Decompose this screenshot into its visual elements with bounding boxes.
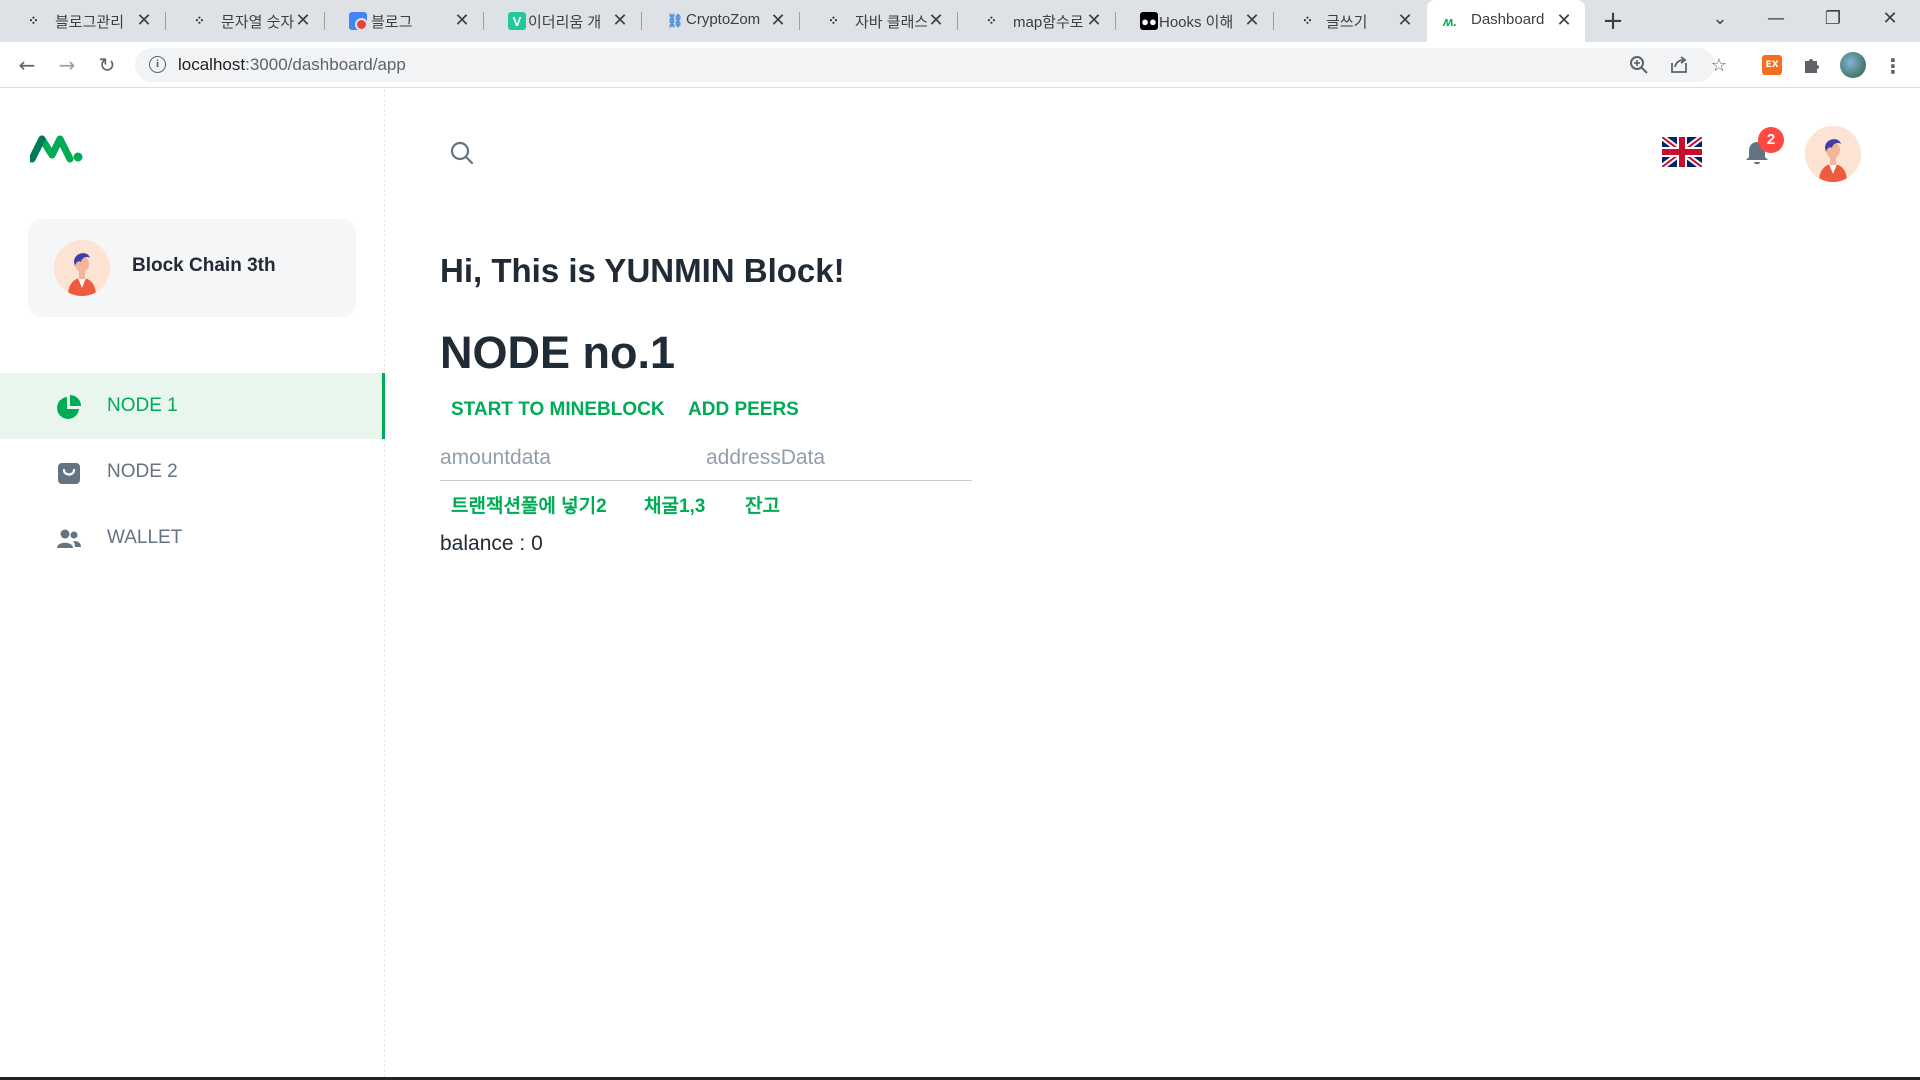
tab-label: map함수로 bbox=[1013, 14, 1084, 31]
sidebar-item-label: NODE 2 bbox=[107, 461, 178, 482]
browser-tab[interactable]: ⁘ 문자열 숫자 ✕ bbox=[166, 0, 324, 42]
tab-label: 블로그 bbox=[371, 14, 413, 31]
close-icon[interactable]: ✕ bbox=[294, 10, 312, 30]
balance-text: balance : 0 bbox=[440, 532, 543, 555]
close-icon[interactable]: ✕ bbox=[135, 10, 153, 30]
header-avatar[interactable] bbox=[1805, 126, 1861, 182]
address-bar[interactable]: i localhost:3000/dashboard/app ☆ bbox=[135, 48, 1727, 82]
info-icon[interactable]: i bbox=[149, 56, 166, 73]
v-icon: V bbox=[508, 12, 526, 30]
restore-icon[interactable]: ❐ bbox=[1821, 8, 1845, 29]
minimal-logo-icon[interactable] bbox=[30, 133, 84, 163]
sidebar-item-node-1[interactable]: NODE 1 bbox=[0, 373, 385, 439]
zoom-icon[interactable] bbox=[1628, 55, 1650, 77]
start-mineblock-button[interactable]: START TO MINEBLOCK bbox=[451, 399, 665, 421]
browser-tab[interactable]: ●● Hooks 이해 ✕ bbox=[1116, 0, 1273, 42]
extension-ex-icon[interactable]: EX bbox=[1762, 55, 1782, 75]
sidebar-nav: NODE 1 NODE 2 WALLET bbox=[0, 373, 385, 571]
bookmark-star-icon[interactable]: ☆ bbox=[1708, 55, 1730, 77]
tab-label: Dashboard bbox=[1471, 11, 1545, 28]
tab-label: 자바 클래스 bbox=[855, 14, 927, 31]
tab-label: 이더리움 개 bbox=[528, 14, 600, 31]
medium-icon: ●● bbox=[1140, 12, 1158, 30]
account-name: Block Chain 3th bbox=[132, 255, 276, 276]
browser-tab[interactable]: 블로그 ✕ bbox=[325, 0, 483, 42]
search-icon[interactable] bbox=[448, 139, 476, 167]
people-icon bbox=[57, 529, 81, 548]
account-card[interactable]: Block Chain 3th bbox=[28, 219, 356, 317]
sidebar: Block Chain 3th NODE 1 NODE 2 WALLET bbox=[0, 89, 385, 1077]
amount-input[interactable] bbox=[440, 441, 690, 475]
close-icon[interactable]: ✕ bbox=[1396, 10, 1414, 30]
share-icon[interactable] bbox=[1668, 55, 1690, 77]
close-icon[interactable]: ✕ bbox=[1085, 10, 1103, 30]
velog-dots-icon: ⁘ bbox=[986, 13, 997, 28]
browser-tab[interactable]: ⁘ 자바 클래스 ✕ bbox=[800, 0, 957, 42]
velog-dots-icon: ⁘ bbox=[828, 13, 839, 28]
velog-dots-icon: ⁘ bbox=[194, 13, 205, 28]
browser-tab-active[interactable]: ʍ. Dashboard ✕ bbox=[1427, 0, 1585, 42]
close-icon[interactable]: ✕ bbox=[611, 10, 629, 30]
browser-toolbar: ← → ↻ i localhost:3000/dashboard/app ☆ E… bbox=[0, 42, 1920, 88]
velog-dots-icon: ⁘ bbox=[1302, 13, 1313, 28]
minimal-logo-icon: ʍ. bbox=[1443, 13, 1457, 29]
tab-label: 문자열 숫자 bbox=[221, 14, 295, 31]
tab-search-icon[interactable]: ⌄ bbox=[1708, 8, 1732, 29]
notification-badge: 2 bbox=[1758, 127, 1784, 153]
menu-kebab-icon[interactable]: ⋮ bbox=[1882, 55, 1904, 77]
google-icon bbox=[349, 12, 368, 31]
browser-tab[interactable]: ⁘ 글쓰기 ✕ bbox=[1274, 0, 1426, 42]
avatar-icon bbox=[1805, 126, 1861, 182]
browser-tabstrip: ⁘ 블로그관리 ✕ ⁘ 문자열 숫자 ✕ 블로그 ✕ V 이더리움 개 ✕ ⛓ … bbox=[0, 0, 1920, 42]
sidebar-item-wallet[interactable]: WALLET bbox=[0, 505, 385, 571]
address-input[interactable] bbox=[706, 441, 972, 475]
shopping-bag-icon bbox=[58, 463, 80, 484]
close-icon[interactable]: ✕ bbox=[1555, 10, 1573, 30]
forward-icon[interactable]: → bbox=[54, 52, 80, 78]
tab-label: Hooks 이해 bbox=[1159, 14, 1234, 31]
window-close-icon[interactable]: ✕ bbox=[1878, 8, 1902, 29]
extensions-puzzle-icon[interactable] bbox=[1801, 55, 1823, 77]
mine-button[interactable]: 채굴1,3 bbox=[644, 491, 705, 518]
reload-icon[interactable]: ↻ bbox=[94, 52, 120, 78]
tab-label: CryptoZom bbox=[686, 11, 761, 28]
transaction-form bbox=[440, 441, 972, 481]
velog-dots-icon: ⁘ bbox=[28, 13, 39, 28]
tab-label: 글쓰기 bbox=[1326, 14, 1368, 31]
new-tab-button[interactable]: + bbox=[1598, 6, 1628, 36]
close-icon[interactable]: ✕ bbox=[1243, 10, 1261, 30]
sidebar-item-node-2[interactable]: NODE 2 bbox=[0, 439, 385, 505]
sidebar-item-label: NODE 1 bbox=[107, 395, 178, 416]
close-icon[interactable]: ✕ bbox=[453, 10, 471, 30]
url-text: localhost:3000/dashboard/app bbox=[178, 55, 406, 74]
minimize-icon[interactable]: — bbox=[1764, 8, 1788, 29]
avatar bbox=[54, 240, 110, 296]
profile-avatar-icon[interactable] bbox=[1840, 52, 1866, 78]
browser-tab[interactable]: ⁘ map함수로 ✕ bbox=[958, 0, 1115, 42]
back-icon[interactable]: ← bbox=[14, 52, 40, 78]
page-title: NODE no.1 bbox=[440, 327, 676, 378]
pie-chart-icon bbox=[57, 395, 81, 419]
browser-tab[interactable]: ⛓ CryptoZom ✕ bbox=[642, 0, 799, 42]
tab-label: 블로그관리 bbox=[55, 14, 125, 31]
top-header: 2 bbox=[385, 89, 1920, 219]
add-peers-button[interactable]: ADD PEERS bbox=[688, 399, 799, 421]
greeting-heading: Hi, This is YUNMIN Block! bbox=[440, 252, 845, 289]
uk-flag-icon[interactable] bbox=[1662, 137, 1702, 167]
sidebar-item-label: WALLET bbox=[107, 527, 183, 548]
link-icon: ⛓ bbox=[666, 13, 684, 28]
close-icon[interactable]: ✕ bbox=[769, 10, 787, 30]
browser-tab[interactable]: V 이더리움 개 ✕ bbox=[484, 0, 641, 42]
balance-button[interactable]: 잔고 bbox=[745, 491, 780, 518]
add-to-txpool-button[interactable]: 트랜잭션풀에 넣기2 bbox=[451, 491, 607, 518]
browser-tab[interactable]: ⁘ 블로그관리 ✕ bbox=[0, 0, 165, 42]
close-icon[interactable]: ✕ bbox=[927, 10, 945, 30]
